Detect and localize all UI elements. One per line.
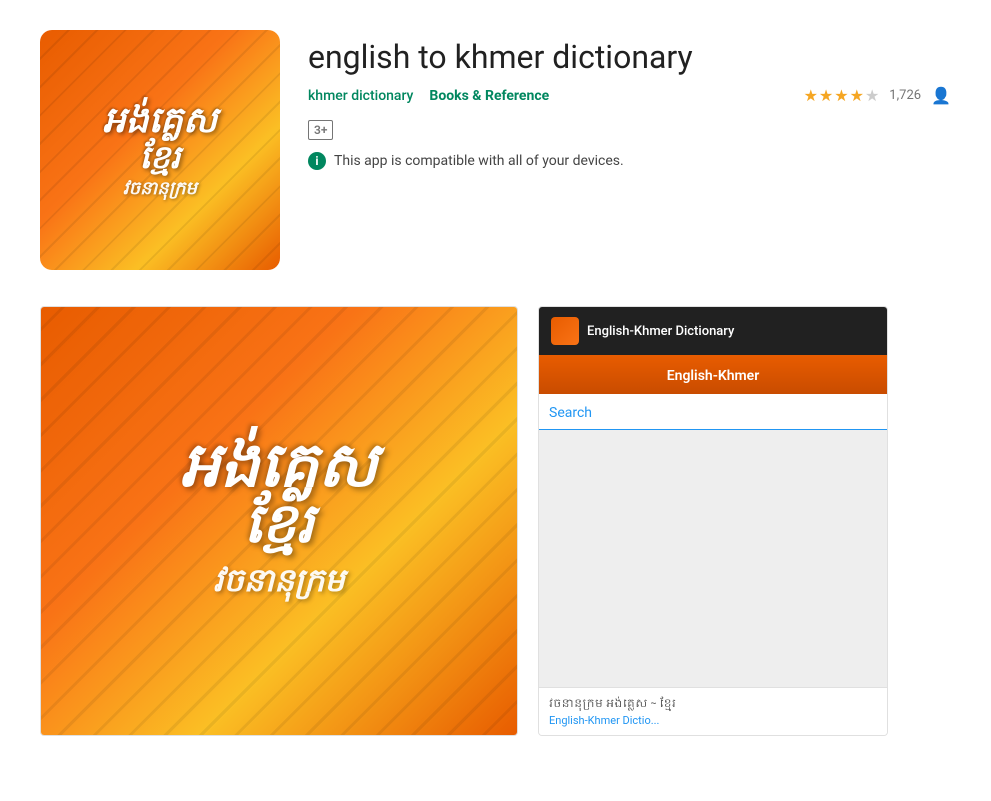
app-icon-line3: វចនានុក្រម [103, 179, 217, 199]
app-icon-text: អង់គ្លេស ខ្មែរ វចនានុក្រម [103, 101, 217, 200]
ss-footer-text2: English-Khmer Dictio... [549, 714, 877, 727]
app-icon: អង់គ្លេស ខ្មែរ វចនានុក្រម [40, 30, 280, 270]
screenshot-large-line1: អង់គ្លេស [65, 435, 493, 497]
ss-topbar-title: English-Khmer Dictionary [587, 324, 734, 339]
compatibility-text: This app is compatible with all of your … [334, 153, 624, 169]
star-rating: ★ ★ ★ ★ ★ [804, 86, 880, 105]
ss-app-icon-small [551, 317, 579, 345]
ss-tab-bar[interactable]: English-Khmer [539, 355, 887, 394]
ss-footer: វចនានុក្រម អង់គ្លេស ~ ខ្មែរ English-Khme… [539, 687, 887, 735]
screenshot-small[interactable]: English-Khmer Dictionary English-Khmer S… [538, 306, 888, 736]
app-title: english to khmer dictionary [308, 38, 951, 76]
ss-search-bar[interactable]: Search [539, 394, 887, 430]
age-rating-badge: 3+ [308, 120, 333, 140]
screenshot-large-text: អង់គ្លេស ខ្មែរ វចនានុក្រម [65, 435, 493, 607]
ss-footer-text1: វចនានុក្រម អង់គ្លេស ~ ខ្មែរ [549, 696, 877, 714]
screenshot-large-line2: ខ្មែរ [65, 497, 493, 552]
app-info: english to khmer dictionary khmer dictio… [308, 30, 951, 170]
app-icon-line1: អង់គ្លេស [103, 101, 217, 141]
screenshot-large-bg: អង់គ្លេស ខ្មែរ វចនានុក្រម [41, 307, 517, 735]
info-icon: i [308, 152, 326, 170]
app-developer-link[interactable]: khmer dictionary [308, 88, 413, 104]
app-icon-line2: ខ្មែរ [103, 140, 217, 175]
app-rating-row: ★ ★ ★ ★ ★ 1,726 👤 [804, 86, 951, 105]
app-icon-wrapper: អង់គ្លេស ខ្មែរ វចនានុក្រម [40, 30, 280, 270]
screenshots-section: អង់គ្លេស ខ្មែរ វចនានុក្រម English-Khmer … [40, 306, 951, 736]
meta-left: khmer dictionary Books & Reference [308, 88, 549, 104]
app-category-link[interactable]: Books & Reference [429, 88, 549, 104]
page-container: អង់គ្លេស ខ្មែរ វចនានុក្រម english to khm… [0, 0, 991, 766]
app-meta: khmer dictionary Books & Reference ★ ★ ★… [308, 86, 951, 105]
app-header: អង់គ្លេស ខ្មែរ វចនានុក្រម english to khm… [40, 30, 951, 270]
ss-content-area [539, 430, 887, 687]
star-5: ★ [865, 86, 879, 105]
user-icon: 👤 [931, 86, 951, 105]
app-icon-background: អង់គ្លេស ខ្មែរ វចនានុក្រម [40, 30, 280, 270]
rating-count: 1,726 [889, 88, 921, 103]
star-3: ★ [834, 86, 848, 105]
star-4: ★ [850, 86, 864, 105]
screenshot-large[interactable]: អង់គ្លេស ខ្មែរ វចនានុក្រម [40, 306, 518, 736]
ss-tab-label: English-Khmer [667, 368, 760, 384]
star-2: ★ [819, 86, 833, 105]
screenshot-large-line3: វចនានុក្រម [65, 560, 493, 607]
compatibility-row: i This app is compatible with all of you… [308, 152, 951, 170]
ss-search-text: Search [549, 405, 592, 421]
star-1: ★ [804, 86, 818, 105]
ss-topbar: English-Khmer Dictionary [539, 307, 887, 355]
app-meta-row: khmer dictionary Books & Reference ★ ★ ★… [308, 86, 951, 105]
